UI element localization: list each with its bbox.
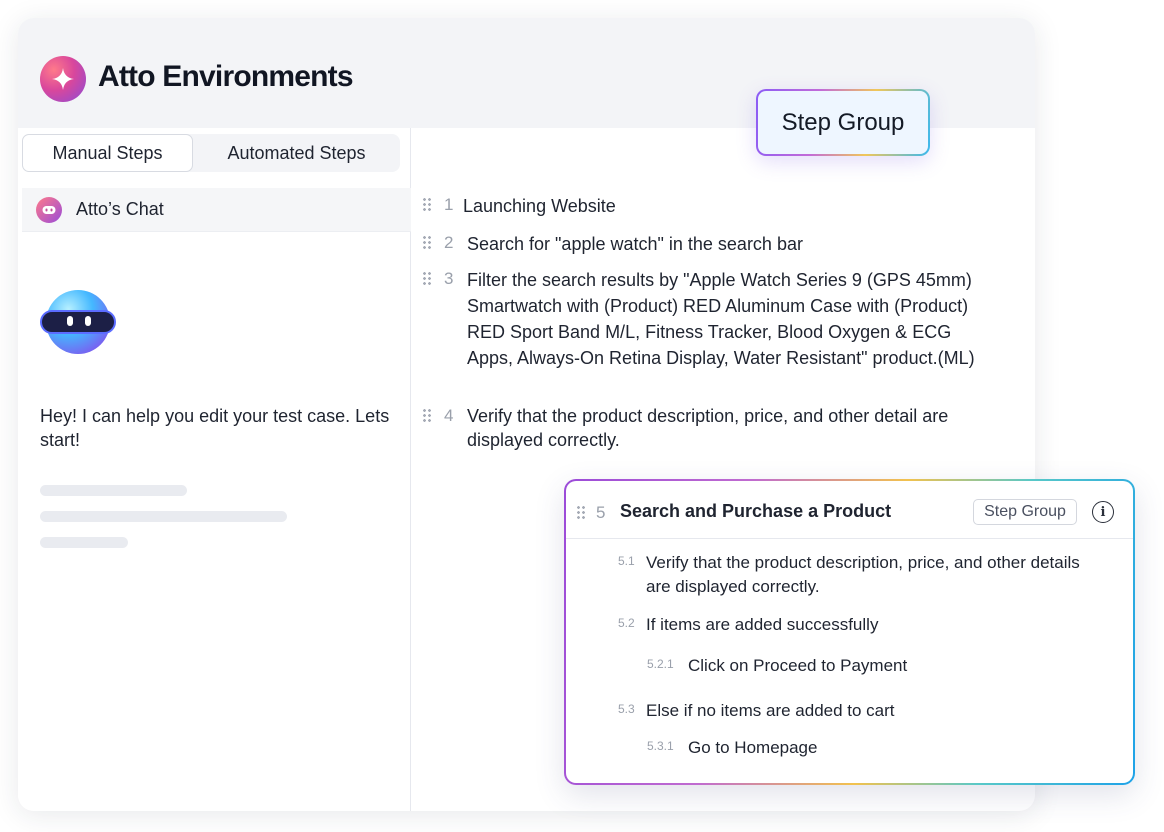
substep-number: 5.2.1: [647, 657, 674, 671]
step-group-header[interactable]: 5 Search and Purchase a Product Step Gro…: [566, 481, 1133, 539]
step-text: Launching Website: [463, 196, 616, 216]
step-group-card: 5 Search and Purchase a Product Step Gro…: [564, 479, 1135, 785]
step-number: 2: [444, 233, 454, 252]
loading-placeholder-line: [40, 485, 187, 496]
atto-bot-avatar: [40, 290, 116, 356]
app-title: Atto Environments: [98, 60, 354, 93]
drag-handle-icon[interactable]: [422, 271, 432, 287]
step-text: Verify that the product description, pri…: [467, 406, 949, 450]
substep-number: 5.3: [618, 702, 635, 716]
substep-number: 5.1: [618, 554, 635, 568]
step-group-badge: Step Group: [973, 499, 1077, 525]
drag-handle-icon[interactable]: [422, 408, 432, 424]
loading-placeholder-line: [40, 511, 287, 522]
substep-number: 5.3.1: [647, 739, 674, 753]
substep-row[interactable]: 5.1 Verify that the product description,…: [566, 551, 1126, 601]
step-text: Filter the search results by "Apple Watc…: [467, 270, 975, 368]
substep-row[interactable]: 5.2.1 Click on Proceed to Payment: [566, 654, 1126, 680]
chat-header[interactable]: Atto’s Chat: [22, 188, 411, 232]
step-number: 3: [444, 269, 454, 288]
substep-text: Verify that the product description, pri…: [646, 553, 1080, 596]
loading-placeholder-line: [40, 537, 128, 548]
substep-number: 5.2: [618, 616, 635, 630]
step-group-title: Search and Purchase a Product: [620, 501, 892, 521]
step-number: 1: [444, 195, 454, 214]
sidebar: Manual Steps Automated Steps Atto’s Chat…: [18, 128, 411, 811]
step-number: 5: [596, 503, 606, 522]
substep-row[interactable]: 5.3 Else if no items are added to cart: [566, 699, 1126, 725]
chat-greeting: Hey! I can help you edit your test case.…: [40, 406, 390, 450]
chat-title: Atto’s Chat: [76, 199, 164, 219]
substep-row[interactable]: 5.2 If items are added successfully: [566, 613, 1126, 639]
step-group-chip-label: Step Group: [758, 91, 928, 154]
steps-tabs: Manual Steps Automated Steps: [22, 134, 400, 172]
substep-text: Go to Homepage: [688, 738, 818, 757]
info-icon[interactable]: i: [1092, 501, 1114, 523]
substep-text: Else if no items are added to cart: [646, 701, 895, 720]
drag-handle-icon[interactable]: [422, 235, 432, 251]
step-text: Search for "apple watch" in the search b…: [467, 234, 803, 254]
step-group-chip[interactable]: Step Group: [756, 89, 930, 156]
step-number: 4: [444, 406, 454, 425]
substep-row[interactable]: 5.3.1 Go to Homepage: [566, 736, 1126, 762]
drag-handle-icon[interactable]: [422, 197, 432, 213]
tab-automated-steps[interactable]: Automated Steps: [193, 134, 400, 172]
chat-bot-icon: [36, 196, 62, 223]
substep-text: Click on Proceed to Payment: [688, 656, 908, 675]
drag-handle-icon[interactable]: [576, 505, 586, 521]
tab-manual-steps[interactable]: Manual Steps: [22, 134, 193, 172]
sparkle-icon: [40, 56, 86, 102]
substep-text: If items are added successfully: [646, 615, 879, 634]
